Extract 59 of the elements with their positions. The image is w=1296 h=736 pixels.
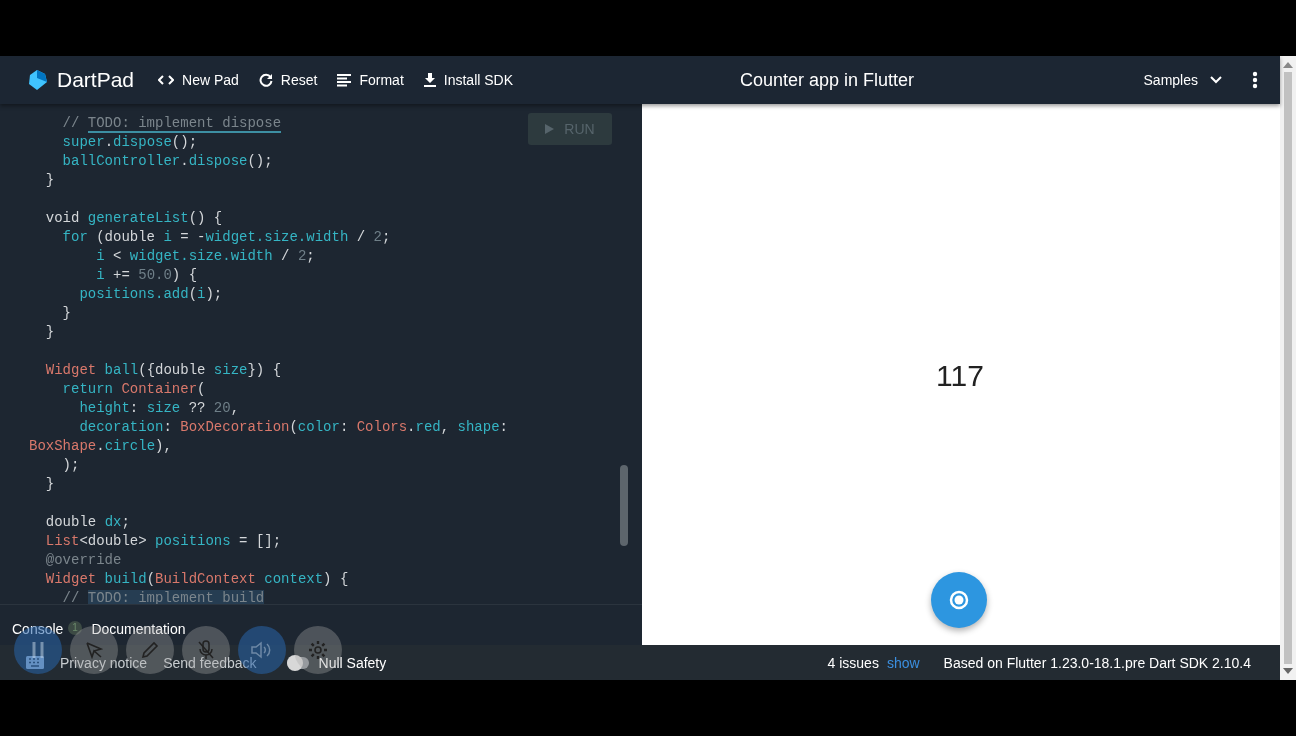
keyboard-icon[interactable] [26,656,44,669]
code-line: ballController.dispose(); [61,152,273,171]
panel-tab[interactable]: Documentation [83,621,194,637]
code-line: double dx; [44,513,130,532]
floating-action-button[interactable] [931,572,987,628]
show-link[interactable]: show [886,654,920,671]
code-line: } [44,171,55,190]
pause-icon [32,642,44,658]
code-line: void generateList() { [44,209,223,228]
toolbar-button[interactable]: Install SDK [413,62,524,98]
toolbar-button[interactable]: Format [327,62,414,98]
code-line: height: size ?? 20, [78,399,240,418]
code-line: ); [61,456,80,475]
code-line: } [61,304,71,323]
null-safety-label: Null Safety [318,654,387,671]
code-line: i += 50.0) { [95,266,198,285]
feedback-link[interactable]: Send feedback [163,654,257,671]
code-line: i < widget.size.width / 2; [95,247,315,266]
code-line: BoxShape.circle), [29,437,172,456]
count-badge: 1 [68,621,82,635]
code-line: } [44,475,55,494]
toolbar-button[interactable]: New Pad [148,62,249,98]
code-line: decoration: BoxDecoration(color: Colors.red, shape: [78,418,508,437]
code-line: super.dispose(); [61,133,198,152]
code-line: // TODO: implement dispose [61,114,282,133]
code-line: @override [44,551,122,570]
app-name: DartPad [57,68,135,92]
more-icon[interactable] [1252,71,1258,89]
toggle-switch[interactable] [286,656,309,669]
toolbar-button[interactable]: Reset [248,62,328,98]
privacy-link[interactable]: Privacy notice [60,654,148,671]
scroll-up-icon[interactable] [1283,62,1293,68]
download-icon [423,73,436,87]
cursor-icon [85,641,103,659]
chevron-down-icon [1210,76,1222,84]
code-line: Widget ball({double size}) { [44,361,282,380]
scroll-down-icon[interactable] [1283,668,1293,674]
pad-title: Counter app in Flutter [740,70,915,91]
scrollbar-thumb[interactable] [620,465,628,546]
code-line: for (double i = -widget.size.width / 2; [61,228,391,247]
code-icon [158,74,175,86]
speaker-icon [251,641,273,659]
refresh-icon [258,73,273,87]
code-line: positions.add(i); [78,285,223,304]
version-text: Based on Flutter 1.23.0-18.1.pre Dart SDK 2.10.4 [943,654,1251,671]
code-line: Widget build(BuildContext context) { [44,570,349,589]
samples-dropdown[interactable]: Samples [1137,71,1228,89]
code-line: } [44,323,55,342]
issues-count: 4 issues [827,654,879,671]
play-icon [545,124,555,134]
recorder-button[interactable] [294,626,342,674]
code-line: List<double> positions = []; [44,532,282,551]
pencil-icon [141,641,159,659]
code-line: // TODO: implement build [61,589,265,604]
format-icon [337,73,352,87]
page-scrollbar[interactable] [1280,56,1296,680]
radio-icon [949,590,969,610]
counter-text: 117 [936,359,984,393]
code-line: return Container( [61,380,206,399]
